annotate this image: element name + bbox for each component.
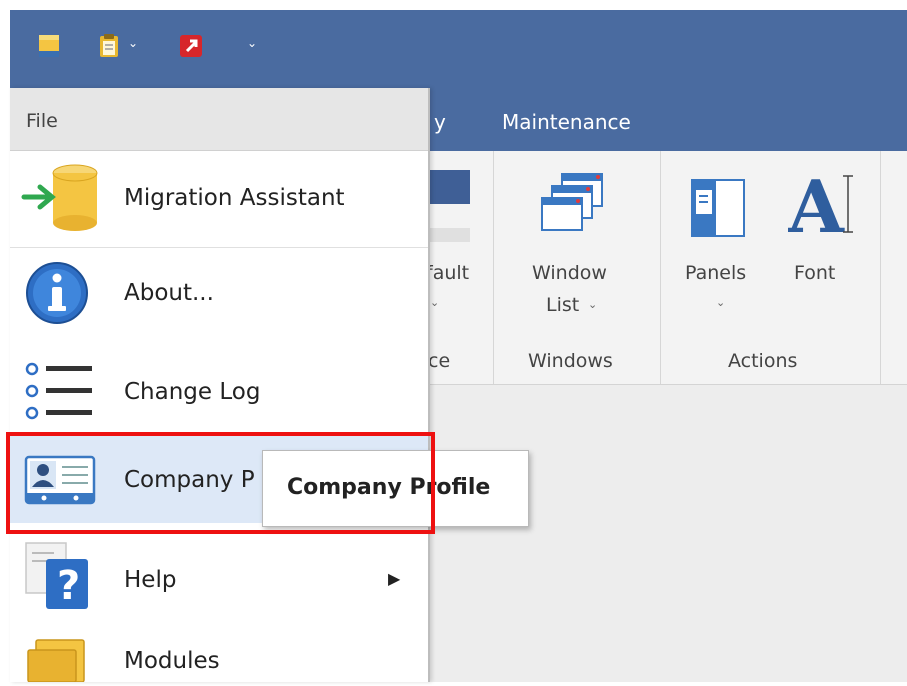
window-list-label-line1[interactable]: Window: [532, 262, 607, 284]
clipboard-dropdown-chevron-icon[interactable]: ⌄: [128, 36, 138, 50]
default-layout-label[interactable]: fault: [426, 262, 469, 284]
customize-toolbar-chevron-icon[interactable]: ⌄: [247, 36, 257, 50]
menu-item-help[interactable]: ? Help ▶: [10, 531, 428, 621]
menu-item-label: About...: [124, 280, 214, 306]
modules-icon: [26, 638, 92, 686]
exit-icon[interactable]: [178, 33, 204, 59]
list-icon: [24, 361, 96, 425]
panels-icon[interactable]: [690, 178, 746, 242]
menu-item-about[interactable]: About...: [10, 248, 428, 338]
file-menu-header-label: File: [26, 110, 58, 132]
group-label-windows: Windows: [528, 350, 613, 372]
ribbon-separator: [660, 151, 661, 384]
window-list-label-line2[interactable]: List: [546, 294, 579, 316]
panels-label[interactable]: Panels: [685, 262, 746, 284]
info-icon: [24, 260, 90, 330]
app-logo-icon[interactable]: [36, 33, 62, 59]
layout-preview-strip: [428, 228, 470, 242]
ribbon-separator: [880, 151, 881, 384]
window-list-icon[interactable]: [540, 172, 610, 246]
menu-item-label: Help: [124, 567, 177, 593]
tab-maintenance[interactable]: Maintenance: [502, 110, 631, 134]
clipboard-icon[interactable]: [96, 33, 122, 59]
font-icon[interactable]: A: [787, 164, 858, 249]
menu-item-label: Modules: [124, 648, 220, 674]
svg-text:A: A: [788, 168, 845, 240]
menu-item-label: Migration Assistant: [124, 185, 345, 211]
menu-item-modules[interactable]: Modules: [10, 626, 428, 683]
panels-chevron-icon[interactable]: ⌄: [716, 296, 725, 309]
svg-text:?: ?: [57, 563, 80, 609]
default-layout-chevron-icon[interactable]: ⌄: [430, 296, 439, 309]
menu-item-label: Change Log: [124, 379, 261, 405]
font-label[interactable]: Font: [794, 262, 835, 284]
group-label-partial: ce: [428, 350, 451, 372]
ribbon-separator: [493, 151, 494, 384]
file-menu: File Migration Assistant About... Change…: [10, 88, 430, 683]
group-label-actions: Actions: [728, 350, 798, 372]
submenu-arrow-icon: ▶: [388, 569, 401, 588]
file-menu-header[interactable]: File: [10, 88, 428, 151]
help-icon: ?: [24, 541, 90, 615]
highlight-box: [6, 432, 435, 534]
layout-icon[interactable]: [428, 170, 470, 204]
menu-item-change-log[interactable]: Change Log: [10, 343, 428, 433]
window-list-chevron-icon[interactable]: ⌄: [588, 298, 597, 311]
menu-item-migration-assistant[interactable]: Migration Assistant: [10, 151, 428, 247]
tab-partial[interactable]: y: [434, 110, 446, 134]
quick-access-toolbar: ⌄ ⌄: [10, 10, 907, 88]
database-arrow-icon: [20, 163, 100, 239]
